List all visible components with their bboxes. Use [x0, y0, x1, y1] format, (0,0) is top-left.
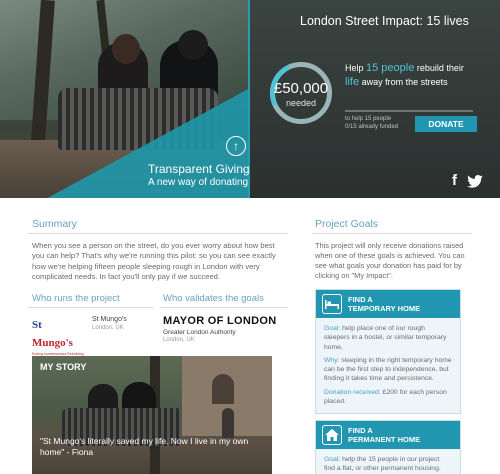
goal-description: Goal: help place one of our rough sleepe… [324, 325, 447, 351]
funding-progress-bar [345, 110, 473, 112]
help-text-line-2: life away from the streets [345, 76, 448, 88]
facebook-icon[interactable]: f [452, 172, 457, 189]
project-goals-heading: Project Goals [315, 218, 379, 230]
to-help-text: to help 15 people [345, 116, 392, 122]
hero-caption-subtitle: A new way of donating [148, 177, 249, 188]
who-validates-heading: Who validates the goals [163, 293, 264, 304]
project-title: London Street Impact: 15 lives [300, 14, 469, 28]
goal-needed-label: needed [285, 98, 317, 108]
goal-card-permanent-home[interactable]: FIND A PERMANENT HOME Goal: help the 15 p… [315, 420, 461, 474]
my-story-label: MY STORY [40, 362, 87, 372]
project-goals-intro: This project will only receive donations… [315, 241, 465, 280]
goal-description: Goal: help the 15 people in our project … [324, 456, 441, 473]
house-icon [322, 425, 342, 445]
help-count: 15 people [366, 62, 415, 74]
validator-org-location: London, UK [163, 337, 195, 343]
donate-button[interactable]: DONATE [415, 116, 477, 132]
divider [28, 307, 153, 308]
funded-count: 0/15 already funded [345, 124, 399, 130]
validator-org-name: Greater London Authority [163, 329, 236, 336]
bed-icon [322, 294, 342, 314]
runner-org-location: London, UK [92, 325, 124, 331]
runner-org-name: St Mungo's [92, 316, 127, 323]
st-mungos-logo[interactable]: St Mungo's Ending homelessness Rebuildin… [32, 315, 84, 360]
divider [28, 233, 288, 234]
divider [160, 307, 288, 308]
hero-banner [0, 0, 500, 198]
twitter-icon[interactable] [467, 175, 483, 188]
divider [312, 233, 472, 234]
help-text-line-1: Help 15 people rebuild their [345, 62, 464, 74]
hero-caption-title: Transparent Giving [148, 162, 250, 176]
goal-amount: £50,000 [273, 80, 329, 97]
life-word: life [345, 76, 360, 88]
goal-why: Why: sleeping in the right temporary hom… [324, 356, 452, 383]
arrow-up-icon[interactable]: ↑ [226, 136, 246, 156]
goal-donation: Donation received: £200 for each person … [324, 388, 447, 406]
summary-heading: Summary [32, 218, 77, 230]
who-runs-heading: Who runs the project [32, 293, 120, 304]
goal-card-temporary-home[interactable]: FIND A TEMPORARY HOME Goal: help place on… [315, 289, 461, 414]
goal-card-title: FIND A PERMANENT HOME [348, 426, 421, 444]
summary-text: When you see a person on the street, do … [32, 241, 276, 282]
story-quote: "St Mungo's literally saved my life. Now… [40, 436, 249, 457]
my-story-video[interactable]: MY STORY "St Mungo's literally saved my … [32, 356, 272, 474]
goal-card-title: FIND A TEMPORARY HOME [348, 295, 421, 313]
mayor-of-london-logo[interactable]: MAYOR OF LONDON [163, 315, 277, 327]
